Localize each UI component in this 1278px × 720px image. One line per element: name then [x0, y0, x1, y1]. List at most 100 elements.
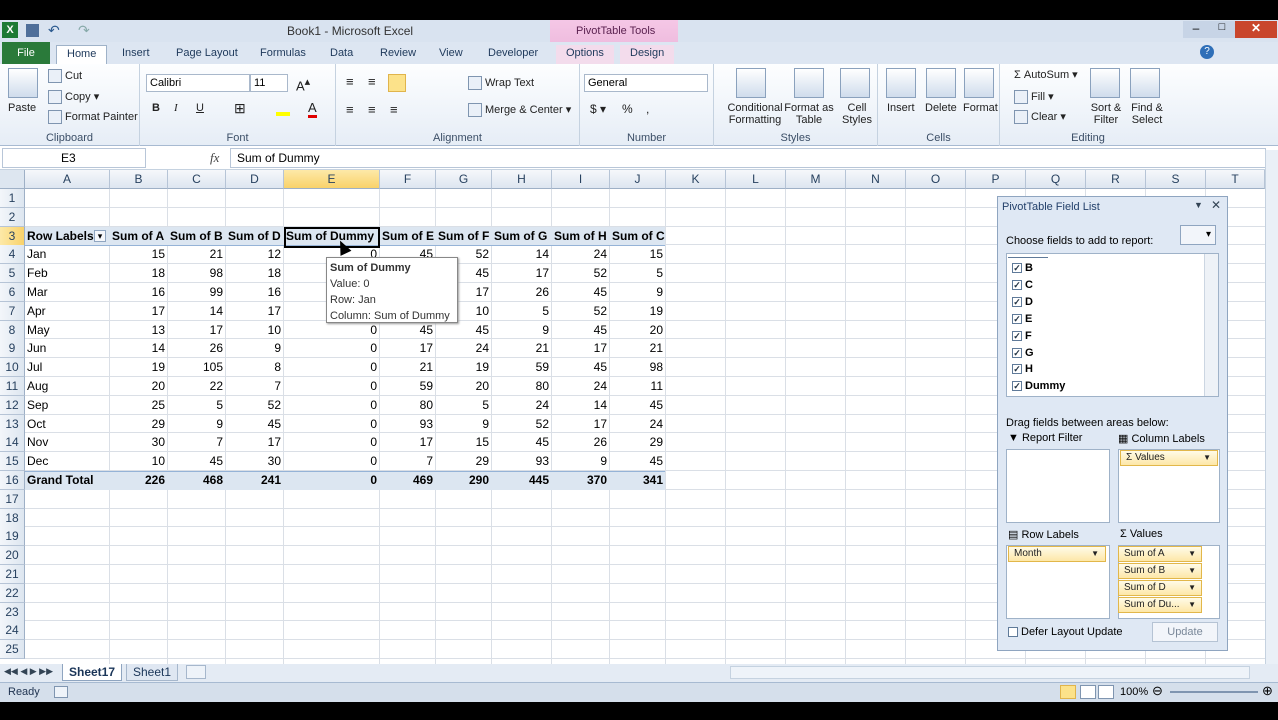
row-header[interactable]: 21: [0, 565, 25, 584]
format-cells-button[interactable]: Format: [963, 102, 998, 114]
row-header[interactable]: 17: [0, 489, 25, 509]
column-header[interactable]: S: [1146, 170, 1206, 189]
row-header[interactable]: 15: [0, 452, 25, 472]
row-header[interactable]: 25: [0, 640, 25, 660]
value-cell[interactable]: 17: [380, 433, 436, 452]
zoom-in-icon[interactable]: ⊕: [1262, 683, 1273, 699]
autosum-button[interactable]: Σ AutoSum ▾: [1014, 68, 1078, 81]
column-header[interactable]: Q: [1026, 170, 1086, 189]
value-cell[interactable]: 24: [492, 396, 552, 415]
value-cell[interactable]: 7: [226, 377, 284, 396]
value-field-header[interactable]: Sum of B: [168, 227, 226, 246]
row-header[interactable]: 2: [0, 207, 25, 227]
delete-cells-button[interactable]: Delete: [925, 102, 957, 114]
column-header[interactable]: H: [492, 170, 552, 189]
row-header[interactable]: 9: [0, 339, 25, 359]
cut-button[interactable]: Cut: [48, 69, 82, 83]
value-cell[interactable]: 0: [284, 415, 380, 434]
value-cell[interactable]: 19: [610, 302, 666, 321]
value-cell[interactable]: 26: [168, 339, 226, 358]
field-list-close-icon[interactable]: ✕: [1211, 198, 1221, 212]
tab-view[interactable]: View: [429, 45, 473, 64]
value-cell[interactable]: 14: [492, 245, 552, 264]
row-header[interactable]: 10: [0, 358, 25, 378]
page-layout-view-icon[interactable]: [1080, 685, 1096, 699]
value-cell[interactable]: 0: [284, 377, 380, 396]
grand-total-value[interactable]: 370: [552, 471, 610, 490]
row-header[interactable]: 5: [0, 264, 25, 284]
value-cell[interactable]: 0: [284, 433, 380, 452]
row-label[interactable]: Jan: [25, 245, 110, 264]
percent-button[interactable]: %: [622, 102, 633, 116]
column-header[interactable]: I: [552, 170, 610, 189]
align-left-icon[interactable]: ≡: [346, 102, 354, 117]
normal-view-icon[interactable]: [1060, 685, 1076, 699]
value-cell[interactable]: 52: [226, 396, 284, 415]
value-cell[interactable]: 29: [610, 433, 666, 452]
value-cell[interactable]: 26: [492, 283, 552, 302]
value-cell[interactable]: 24: [552, 245, 610, 264]
value-cell[interactable]: 16: [110, 283, 168, 302]
value-field-chip[interactable]: Sum of Du... ▼: [1118, 597, 1202, 613]
value-cell[interactable]: 17: [226, 302, 284, 321]
row-label[interactable]: Oct: [25, 415, 110, 434]
column-header[interactable]: O: [906, 170, 966, 189]
name-box[interactable]: E3: [2, 148, 146, 168]
paste-button[interactable]: Paste: [8, 102, 36, 114]
close-button[interactable]: ✕: [1235, 21, 1277, 38]
value-cell[interactable]: 10: [226, 321, 284, 340]
row-header[interactable]: 8: [0, 320, 25, 340]
fx-icon[interactable]: fx: [210, 150, 219, 166]
row-header[interactable]: 1: [0, 189, 25, 208]
insert-sheet-icon[interactable]: [186, 665, 206, 679]
row-label[interactable]: Jun: [25, 339, 110, 358]
value-cell[interactable]: 45: [610, 396, 666, 415]
tab-review[interactable]: Review: [370, 45, 426, 64]
row-header[interactable]: 14: [0, 433, 25, 453]
tab-developer[interactable]: Developer: [478, 45, 548, 64]
value-cell[interactable]: 9: [226, 339, 284, 358]
row-label[interactable]: Apr: [25, 302, 110, 321]
value-cell[interactable]: 24: [436, 339, 492, 358]
format-painter-button[interactable]: Format Painter: [48, 110, 138, 124]
field-item-partial[interactable]: [1008, 252, 1048, 258]
row-label[interactable]: Jul: [25, 358, 110, 377]
fill-button[interactable]: Fill ▾: [1014, 90, 1054, 105]
value-cell[interactable]: 15: [110, 245, 168, 264]
value-cell[interactable]: 5: [610, 264, 666, 283]
grow-font-button[interactable]: A▴: [296, 75, 310, 93]
insert-cells-button[interactable]: Insert: [887, 102, 915, 114]
value-cell[interactable]: 0: [284, 358, 380, 377]
row-header[interactable]: 11: [0, 377, 25, 396]
update-button[interactable]: Update: [1152, 622, 1218, 642]
redo-icon[interactable]: ↷: [78, 22, 90, 39]
row-header[interactable]: 20: [0, 546, 25, 566]
format-table-button[interactable]: Format as Table: [784, 102, 834, 126]
value-cell[interactable]: 5: [492, 302, 552, 321]
value-cell[interactable]: 8: [226, 358, 284, 377]
value-cell[interactable]: 21: [380, 358, 436, 377]
value-cell[interactable]: 45: [552, 321, 610, 340]
align-right-icon[interactable]: ≡: [390, 102, 398, 117]
value-cell[interactable]: 9: [492, 321, 552, 340]
value-field-chip[interactable]: Sum of B ▼: [1118, 563, 1202, 579]
zoom-out-icon[interactable]: ⊖: [1152, 683, 1163, 699]
row-header[interactable]: 6: [0, 283, 25, 302]
delete-cells-icon[interactable]: [926, 68, 956, 98]
column-header[interactable]: R: [1086, 170, 1146, 189]
page-break-view-icon[interactable]: [1098, 685, 1114, 699]
grand-total-value[interactable]: 241: [226, 471, 284, 490]
tab-data[interactable]: Data: [320, 45, 363, 64]
field-list-scrollbar[interactable]: [1204, 254, 1218, 396]
value-cell[interactable]: 26: [552, 433, 610, 452]
row-label[interactable]: Sep: [25, 396, 110, 415]
row-header[interactable]: 13: [0, 414, 25, 434]
row-header[interactable]: 19: [0, 527, 25, 547]
column-header[interactable]: E: [284, 170, 380, 189]
value-cell[interactable]: 21: [610, 339, 666, 358]
zoom-level[interactable]: 100%: [1120, 686, 1148, 698]
row-label[interactable]: May: [25, 321, 110, 340]
value-cell[interactable]: 45: [552, 283, 610, 302]
value-field-header[interactable]: Sum of A: [110, 227, 168, 246]
row-header[interactable]: 23: [0, 602, 25, 622]
